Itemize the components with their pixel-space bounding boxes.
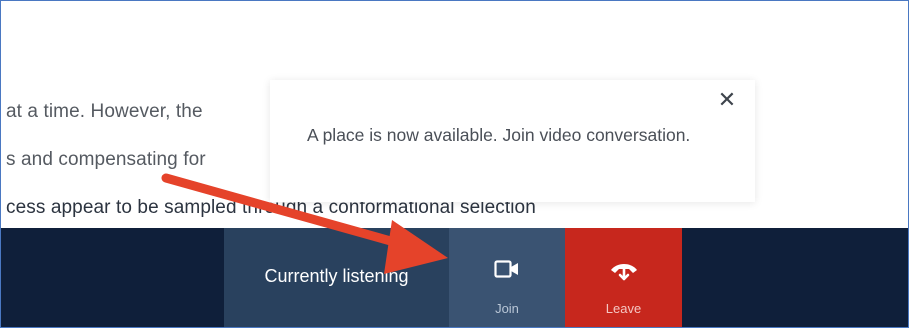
close-icon[interactable]: ✕ xyxy=(716,89,738,111)
leave-button[interactable]: Leave xyxy=(565,228,682,328)
leave-label: Leave xyxy=(605,301,642,316)
notification-toast: A place is now available. Join video con… xyxy=(270,80,755,202)
video-camera-icon xyxy=(494,260,518,278)
call-control-bar: Currently listening Join Leave xyxy=(0,228,909,328)
join-button[interactable]: Join xyxy=(449,228,565,328)
text-line: s and compensating for xyxy=(6,149,206,170)
join-label: Join xyxy=(495,301,519,316)
call-status: Currently listening xyxy=(224,228,449,328)
hang-up-phone-icon xyxy=(610,264,637,281)
text-line: at a time. However, the xyxy=(6,101,203,122)
call-status-text: Currently listening xyxy=(264,265,409,286)
toast-message: A place is now available. Join video con… xyxy=(307,125,691,145)
